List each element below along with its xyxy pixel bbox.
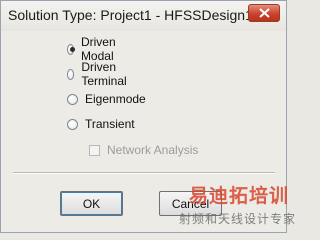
radio-button[interactable] [67, 68, 75, 80]
network-analysis-checkbox [89, 144, 100, 156]
close-icon [259, 8, 270, 18]
radio-label: Transient [85, 117, 135, 131]
radio-button[interactable] [67, 118, 78, 130]
ok-button[interactable]: OK [60, 191, 123, 216]
divider [13, 172, 275, 174]
radio-label: Eigenmode [85, 92, 146, 106]
radio-driven-modal[interactable]: Driven Modal [67, 35, 120, 63]
radio-label: Driven Modal [80, 35, 116, 63]
watermark-title: 易迪拓培训 [189, 186, 290, 207]
close-button[interactable] [248, 4, 280, 22]
watermark-subtitle: 射频和天线设计专家 [179, 212, 297, 226]
radio-transient[interactable]: Transient [67, 116, 135, 132]
network-analysis-label: Network Analysis [107, 143, 199, 157]
window-title: Solution Type: Project1 - HFSSDesign1 [8, 7, 253, 23]
radio-button[interactable] [67, 93, 78, 105]
radio-driven-terminal[interactable]: Driven Terminal [67, 60, 130, 88]
radio-label: Driven Terminal [81, 60, 127, 88]
solution-type-dialog: Solution Type: Project1 - HFSSDesign1 Dr… [0, 0, 295, 233]
radio-eigenmode[interactable]: Eigenmode [67, 91, 146, 107]
title-bar[interactable]: Solution Type: Project1 - HFSSDesign1 [1, 1, 286, 31]
radio-button-selected[interactable] [67, 43, 75, 55]
network-analysis-option: Network Analysis [89, 142, 198, 158]
